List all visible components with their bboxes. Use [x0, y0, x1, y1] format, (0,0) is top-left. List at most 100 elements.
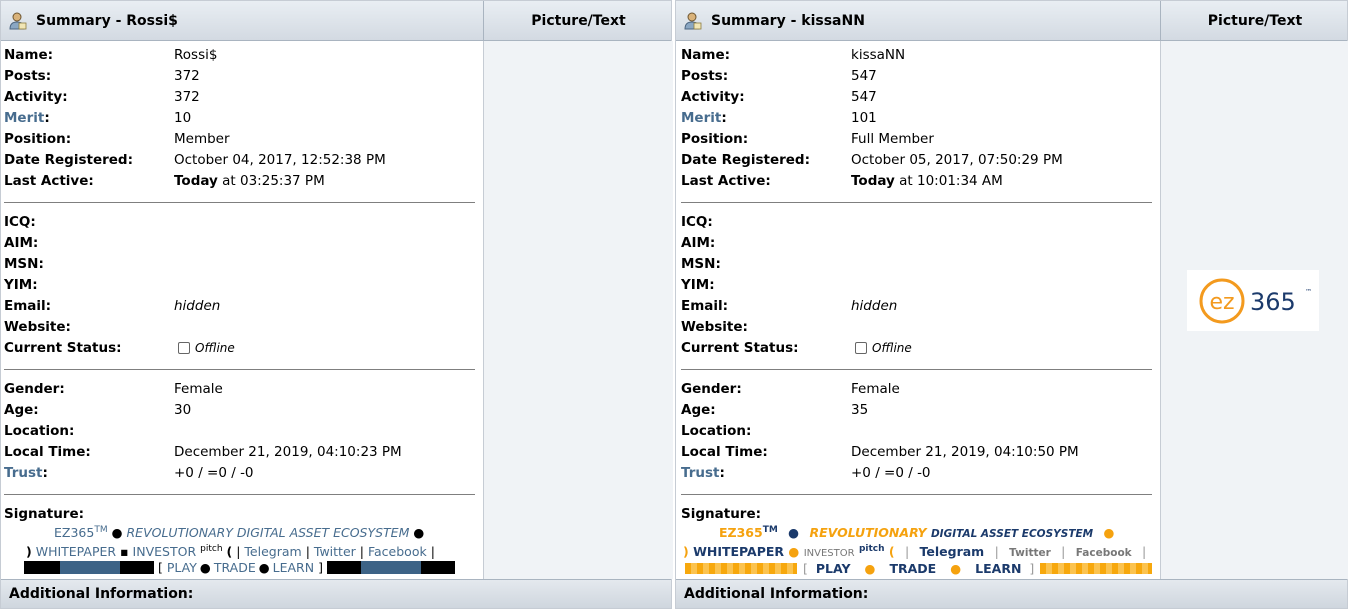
field-label: MSN:	[4, 256, 44, 272]
user-summary-icon	[684, 12, 702, 30]
sig-learn-link[interactable]: LEARN	[273, 560, 314, 575]
field-row: Activity: 547	[681, 88, 1153, 109]
field-row: Email: hidden	[4, 297, 476, 318]
field-row: Email: hidden	[681, 297, 1153, 318]
sig-bar	[1040, 563, 1153, 574]
email-hidden: hidden	[851, 298, 898, 314]
merit-link[interactable]: Merit	[4, 110, 44, 126]
field-value: 30	[174, 402, 192, 418]
bullet: ●	[788, 525, 800, 541]
last-active-time: at 03:25:37 PM	[217, 173, 325, 189]
sig-bar	[326, 561, 361, 574]
field-row: Location:	[681, 422, 1153, 443]
sig-facebook-link[interactable]: Facebook	[1076, 547, 1132, 559]
status-offline: Offline	[872, 341, 912, 355]
field-row: Website:	[681, 318, 1153, 339]
sig-tagline[interactable]: REVOLUTIONARY DIGITAL ASSET ECOSYSTEM	[126, 525, 409, 540]
field-label: YIM:	[4, 277, 38, 293]
sig-bar	[120, 561, 154, 574]
today-label: Today	[851, 173, 895, 189]
logo-ez: ez	[1209, 290, 1234, 315]
sig-tm: TM	[94, 525, 108, 535]
field-row: Merit: 10	[4, 110, 192, 126]
field-row: Age: 30	[4, 401, 476, 422]
sig-telegram-link[interactable]: Telegram	[244, 544, 301, 559]
field-row: Merit: 101	[681, 110, 877, 126]
field-value: Member	[174, 131, 230, 147]
field-label: ICQ:	[681, 214, 713, 230]
field-label: Activity:	[4, 89, 68, 105]
field-label: Local Time:	[4, 444, 91, 460]
field-label: Date Registered:	[4, 152, 133, 168]
field-row: Posts: 372	[4, 67, 476, 88]
field-row: Current Status: Offline	[4, 339, 476, 360]
field-value: Female	[851, 381, 900, 397]
sig-whitepaper-link[interactable]: WHITEPAPER	[36, 544, 116, 559]
field-label: Last Active:	[681, 173, 771, 189]
field-value: 372	[174, 68, 200, 84]
sig-play-link[interactable]: PLAY	[167, 560, 197, 575]
sig-tagline-a[interactable]: REVOLUTIONARY	[809, 525, 926, 540]
additional-info-label: Additional Information:	[684, 586, 869, 602]
signature-label: Signature:	[4, 506, 85, 522]
field-value: Female	[174, 381, 223, 397]
field-label: Current Status:	[681, 340, 799, 356]
sig-bar	[685, 563, 797, 574]
sig-twitter-link[interactable]: Twitter	[314, 544, 356, 559]
bullet: ●	[413, 525, 425, 541]
picture-area	[483, 41, 673, 579]
merit-link[interactable]: Merit	[681, 110, 721, 126]
field-row: Position: Member	[4, 130, 476, 151]
field-row: Age: 35	[681, 401, 1153, 422]
field-value: 547	[851, 68, 877, 84]
sig-investor-link[interactable]: INVESTOR	[133, 544, 197, 559]
profile-info-left: Name: Rossi$ Posts: 372 Activity: 372 Merit…	[4, 46, 476, 526]
sig-play-link[interactable]: PLAY	[816, 561, 851, 576]
field-label: Name:	[681, 47, 731, 63]
field-label: Date Registered:	[681, 152, 810, 168]
sig-trade-link[interactable]: TRADE	[214, 560, 256, 575]
sig-brand[interactable]: EZ365	[54, 525, 94, 540]
summary-header: Summary - kissaNN Picture/Text	[676, 1, 1347, 41]
field-row: ICQ:	[4, 213, 476, 234]
profile-info-right: Name: kissaNN Posts: 547 Activity: 547 Meri…	[681, 46, 1153, 526]
sig-tagline-b[interactable]: DIGITAL ASSET ECOSYSTEM	[931, 528, 1093, 540]
sig-trade-link[interactable]: TRADE	[889, 561, 936, 576]
divider	[4, 369, 475, 370]
sig-pitch: pitch	[200, 544, 223, 554]
divider	[681, 202, 1152, 203]
sig-investor-link[interactable]: INVESTOR	[804, 548, 855, 559]
field-value: 10	[174, 110, 192, 126]
field-row: YIM:	[4, 276, 476, 297]
field-label: Email:	[681, 298, 729, 314]
field-value: 547	[851, 89, 877, 105]
field-row: Date Registered: October 05, 2017, 07:50:…	[681, 151, 1153, 172]
status-offline: Offline	[195, 341, 235, 355]
avatar-ez365-logo: ez 365 ™	[1187, 270, 1319, 331]
field-value: 101	[851, 110, 877, 126]
ez365-logo-icon: ez 365 ™	[1199, 278, 1312, 324]
sig-whitepaper-link[interactable]: WHITEPAPER	[693, 544, 784, 559]
sig-facebook-link[interactable]: Facebook	[368, 544, 427, 559]
field-row: Gender: Female	[4, 380, 476, 401]
field-label: Name:	[4, 47, 54, 63]
field-label: Website:	[4, 319, 71, 335]
field-row: Name: kissaNN	[681, 46, 1153, 67]
field-value: 35	[851, 402, 869, 418]
field-row: MSN:	[681, 255, 1153, 276]
sig-twitter-link[interactable]: Twitter	[1009, 547, 1051, 559]
field-row: Trust: +0 / =0 / -0	[4, 465, 254, 481]
field-row: Local Time: December 21, 2019, 04:10:23 P…	[4, 443, 476, 464]
field-row: Website:	[4, 318, 476, 339]
field-value: +0 / =0 / -0	[851, 465, 931, 481]
trust-link[interactable]: Trust	[4, 465, 42, 481]
sig-brand[interactable]: EZ365	[719, 525, 763, 540]
field-label: Gender:	[4, 381, 65, 397]
field-label: Location:	[681, 423, 752, 439]
bullet: ●	[1103, 525, 1115, 541]
sig-learn-link[interactable]: LEARN	[975, 561, 1021, 576]
picture-text-header: Picture/Text	[483, 1, 673, 41]
sig-telegram-link[interactable]: Telegram	[920, 544, 985, 559]
last-active-time: at 10:01:34 AM	[894, 173, 1003, 189]
trust-link[interactable]: Trust	[681, 465, 719, 481]
